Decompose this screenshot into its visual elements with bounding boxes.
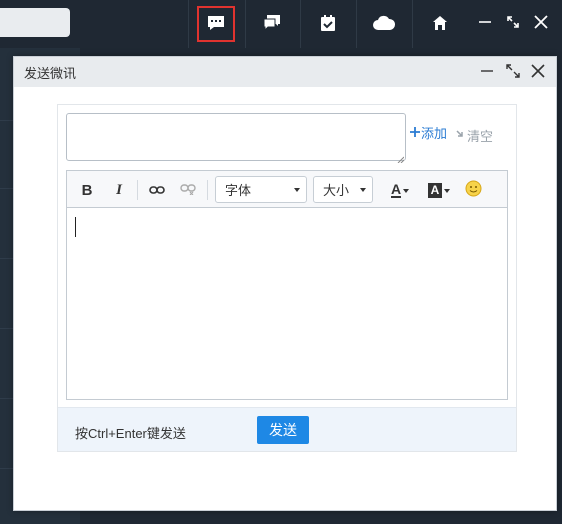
divider	[188, 0, 189, 48]
font-color-label: A	[390, 181, 402, 198]
unlink-icon	[180, 183, 196, 198]
resize-grip-icon[interactable]	[396, 151, 405, 164]
messages-icon	[262, 14, 282, 35]
add-recipient-link[interactable]: 添加	[410, 123, 447, 142]
divider	[245, 0, 246, 48]
dialog-maximize-button[interactable]	[502, 61, 524, 83]
font-select-value: 字体	[225, 183, 252, 198]
recipients-field[interactable]	[66, 113, 406, 164]
restore-icon	[506, 15, 520, 32]
send-message-dialog: 发送微讯 添加 清空 B I 字体 大小 A A 按Ctrl+Enter键发送 …	[13, 56, 557, 511]
compose-panel: 添加 清空 B I 字体 大小 A A 按Ctrl+Enter键发送 发送	[57, 104, 517, 452]
home-icon	[431, 14, 449, 35]
clear-label: 清空	[467, 129, 494, 144]
send-button[interactable]: 发送	[257, 416, 309, 444]
app-topbar	[0, 0, 562, 48]
clear-arrow-icon	[456, 128, 466, 143]
bold-button[interactable]: B	[79, 179, 95, 201]
cloud-button[interactable]	[365, 6, 403, 42]
font-size-select[interactable]: 大小	[313, 176, 373, 203]
maximize-icon	[506, 63, 520, 81]
add-label: 添加	[421, 126, 448, 141]
emoji-button[interactable]	[463, 179, 483, 201]
search-box[interactable]	[0, 8, 70, 37]
italic-button[interactable]: I	[111, 179, 127, 201]
clear-recipients-link[interactable]: 清空	[456, 126, 493, 145]
dialog-minimize-button[interactable]	[476, 61, 498, 83]
text-cursor	[75, 217, 76, 237]
font-color-button[interactable]: A	[387, 179, 413, 201]
dialog-close-button[interactable]	[527, 61, 549, 83]
highlight-color-button[interactable]: A	[426, 179, 452, 201]
divider	[356, 0, 357, 48]
link-icon	[149, 183, 165, 198]
toolbar-divider	[207, 180, 208, 200]
size-select-value: 大小	[323, 183, 350, 198]
minimize-icon	[480, 64, 494, 81]
chat-message-button[interactable]	[197, 6, 235, 42]
insert-link-button[interactable]	[147, 179, 167, 201]
chat-message-icon	[206, 14, 226, 35]
close-icon	[530, 63, 546, 82]
cloud-icon	[372, 14, 396, 35]
unlink-button[interactable]	[178, 179, 198, 201]
divider	[300, 0, 301, 48]
smiley-icon	[465, 180, 482, 200]
chevron-down-icon	[294, 188, 300, 192]
minimize-button[interactable]	[474, 12, 496, 34]
font-family-select[interactable]: 字体	[215, 176, 307, 203]
close-button[interactable]	[530, 12, 552, 34]
send-hint: 按Ctrl+Enter键发送	[75, 426, 186, 441]
rich-text-editor: B I 字体 大小 A A	[66, 170, 508, 400]
dialog-titlebar[interactable]: 发送微讯	[14, 57, 556, 87]
dialog-footer: 按Ctrl+Enter键发送 发送	[58, 407, 516, 451]
chevron-down-icon	[444, 189, 451, 193]
plus-icon	[410, 125, 420, 140]
minimize-icon	[478, 15, 492, 32]
chevron-down-icon	[360, 188, 366, 192]
restore-button[interactable]	[502, 12, 524, 34]
highlight-label: A	[427, 182, 443, 198]
message-body-input[interactable]	[67, 208, 507, 399]
close-icon	[533, 14, 549, 33]
dialog-title: 发送微讯	[24, 65, 77, 81]
task-calendar-button[interactable]	[309, 6, 347, 42]
editor-toolbar: B I 字体 大小 A A	[67, 171, 507, 208]
chevron-down-icon	[403, 189, 410, 193]
toolbar-divider	[137, 180, 138, 200]
messages-button[interactable]	[253, 6, 291, 42]
task-calendar-icon	[319, 14, 337, 35]
divider	[412, 0, 413, 48]
home-button[interactable]	[421, 6, 459, 42]
